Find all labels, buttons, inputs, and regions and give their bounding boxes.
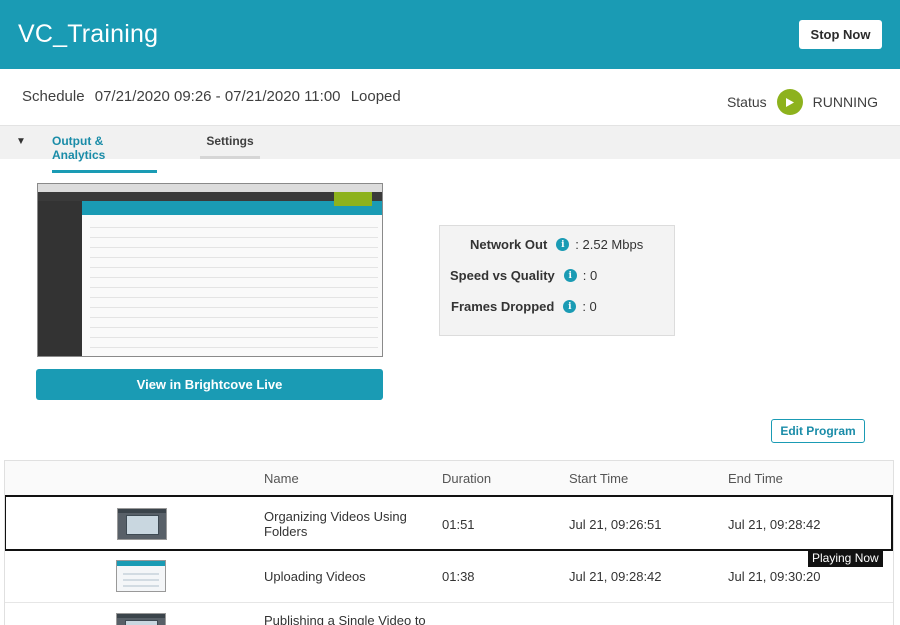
program-title: VC_Training — [18, 20, 159, 48]
column-header-start-time: Start Time — [569, 471, 629, 486]
schedule-info: Schedule 07/21/2020 09:26 - 07/21/2020 1… — [22, 88, 407, 105]
schedule-mode: Looped — [350, 88, 401, 105]
video-thumbnail — [117, 508, 167, 540]
status-label: Status — [726, 94, 767, 110]
column-header-name: Name — [264, 471, 299, 486]
view-in-brightcove-live-button[interactable]: View in Brightcove Live — [36, 369, 383, 400]
status-indicator: Status RUNNING — [727, 89, 878, 115]
row-name: Publishing a Single Video to — [264, 613, 426, 625]
program-video-table: Name Duration Start Time End Time Organi… — [4, 460, 894, 625]
playing-now-badge: Playing Now — [808, 550, 883, 567]
edit-program-button[interactable]: Edit Program — [771, 419, 865, 443]
stop-now-button[interactable]: Stop Now — [799, 20, 882, 49]
stat-frames-dropped: Frames Dropped i : 0 — [451, 299, 597, 314]
column-header-duration: Duration — [442, 471, 492, 486]
schedule-row: Schedule 07/21/2020 09:26 - 07/21/2020 1… — [0, 69, 900, 126]
stat-label: Frames Dropped — [451, 299, 555, 314]
row-end-time: Jul 21, 09:30:20 — [728, 569, 821, 584]
table-row[interactable]: Organizing Videos Using Folders 01:51 Ju… — [5, 495, 893, 551]
caret-down-icon[interactable]: ▼ — [16, 136, 26, 147]
stat-label: Speed vs Quality — [450, 268, 555, 283]
live-preview-thumbnail — [37, 183, 383, 357]
status-value: RUNNING — [812, 94, 878, 110]
table-header: Name Duration Start Time End Time — [5, 461, 893, 496]
schedule-range: 07/21/2020 09:26 - 07/21/2020 11:00 — [94, 88, 341, 105]
row-name: Organizing Videos Using Folders — [264, 509, 407, 539]
row-start-time: Jul 21, 09:26:51 — [569, 517, 662, 532]
row-end-time: Jul 21, 09:28:42 — [728, 517, 821, 532]
table-row[interactable]: Publishing a Single Video to — [5, 603, 893, 625]
stat-network-out: Network Out i : 2.52 Mbps — [470, 237, 643, 252]
row-duration: 01:38 — [442, 569, 475, 584]
info-icon[interactable]: i — [563, 269, 577, 282]
row-name: Uploading Videos — [264, 569, 366, 584]
play-icon — [776, 89, 803, 115]
info-icon[interactable]: i — [563, 300, 577, 313]
stat-speed-vs-quality: Speed vs Quality i : 0 — [450, 268, 597, 283]
tab-output-analytics[interactable]: Output & Analytics — [52, 134, 157, 173]
video-thumbnail — [116, 560, 166, 592]
tab-settings[interactable]: Settings — [200, 134, 260, 159]
stat-value: : 0 — [582, 299, 597, 314]
table-row[interactable]: Uploading Videos 01:38 Jul 21, 09:28:42 … — [5, 551, 893, 603]
schedule-label: Schedule — [22, 88, 85, 105]
stat-value: : 0 — [582, 268, 598, 283]
tab-bar: ▼ Output & Analytics Settings — [0, 126, 900, 173]
stat-value: : 2.52 Mbps — [575, 237, 644, 252]
header-bar: VC_Training Stop Now — [0, 0, 900, 69]
stat-label: Network Out — [470, 237, 548, 252]
column-header-end-time: End Time — [728, 471, 783, 486]
row-start-time: Jul 21, 09:28:42 — [569, 569, 662, 584]
info-icon[interactable]: i — [556, 238, 570, 251]
video-thumbnail — [116, 613, 166, 625]
row-duration: 01:51 — [442, 517, 475, 532]
stream-stats-panel: Network Out i : 2.52 Mbps Speed vs Quali… — [439, 225, 675, 336]
